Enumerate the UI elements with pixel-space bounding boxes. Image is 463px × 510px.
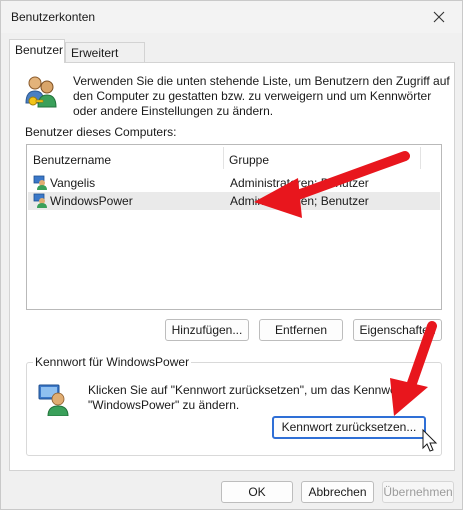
tab-benutzer[interactable]: Benutzer	[9, 39, 65, 63]
column-separator[interactable]	[223, 147, 224, 169]
username-cell: WindowsPower	[50, 194, 133, 208]
user-icon	[33, 193, 47, 208]
title-bar: Benutzerkonten	[1, 1, 462, 33]
intro-text: Verwenden Sie die unten stehende Liste, …	[73, 74, 450, 118]
users-icon	[25, 76, 57, 108]
cancel-button[interactable]: Abbrechen	[301, 481, 374, 503]
close-button[interactable]	[416, 1, 462, 33]
password-group-title: Kennwort für WindowsPower	[33, 355, 192, 369]
column-header-username[interactable]: Benutzername	[33, 153, 111, 167]
add-button[interactable]: Hinzufügen...	[165, 319, 249, 341]
users-listview[interactable]: Benutzername Gruppe Vangelis Administrat…	[26, 144, 442, 310]
ok-button[interactable]: OK	[221, 481, 293, 503]
list-row-windowspower[interactable]: WindowsPower Administratoren; Benutzer	[28, 192, 440, 210]
column-separator[interactable]	[420, 147, 421, 169]
reset-password-button[interactable]: Kennwort zurücksetzen...	[272, 416, 426, 439]
password-hint-text: Klicken Sie auf "Kennwort zurücksetzen",…	[88, 383, 422, 412]
tab-erweitert[interactable]: Erweitert	[65, 42, 145, 64]
column-header-group[interactable]: Gruppe	[229, 153, 269, 167]
group-cell: Administratoren; Benutzer	[230, 176, 369, 190]
list-header: Benutzername Gruppe	[27, 145, 441, 171]
user-icon	[33, 175, 47, 190]
list-row-vangelis[interactable]: Vangelis Administratoren; Benutzer	[28, 174, 440, 192]
properties-button[interactable]: Eigenschaften	[353, 319, 442, 341]
apply-button[interactable]: Übernehmen	[382, 481, 454, 503]
window-title: Benutzerkonten	[11, 10, 96, 24]
username-cell: Vangelis	[50, 176, 96, 190]
dialog-footer: OK Abbrechen Übernehmen	[1, 471, 462, 509]
password-user-icon	[38, 384, 69, 416]
close-icon	[433, 11, 445, 23]
dialog-window: Benutzerkonten Benutzer Erweitert Verwen…	[0, 0, 463, 510]
tab-label: Benutzer	[15, 43, 64, 57]
tab-label: Erweitert	[71, 46, 119, 60]
group-cell: Administratoren; Benutzer	[230, 194, 369, 208]
users-list-caption: Benutzer dieses Computers:	[25, 125, 177, 139]
remove-button[interactable]: Entfernen	[259, 319, 343, 341]
